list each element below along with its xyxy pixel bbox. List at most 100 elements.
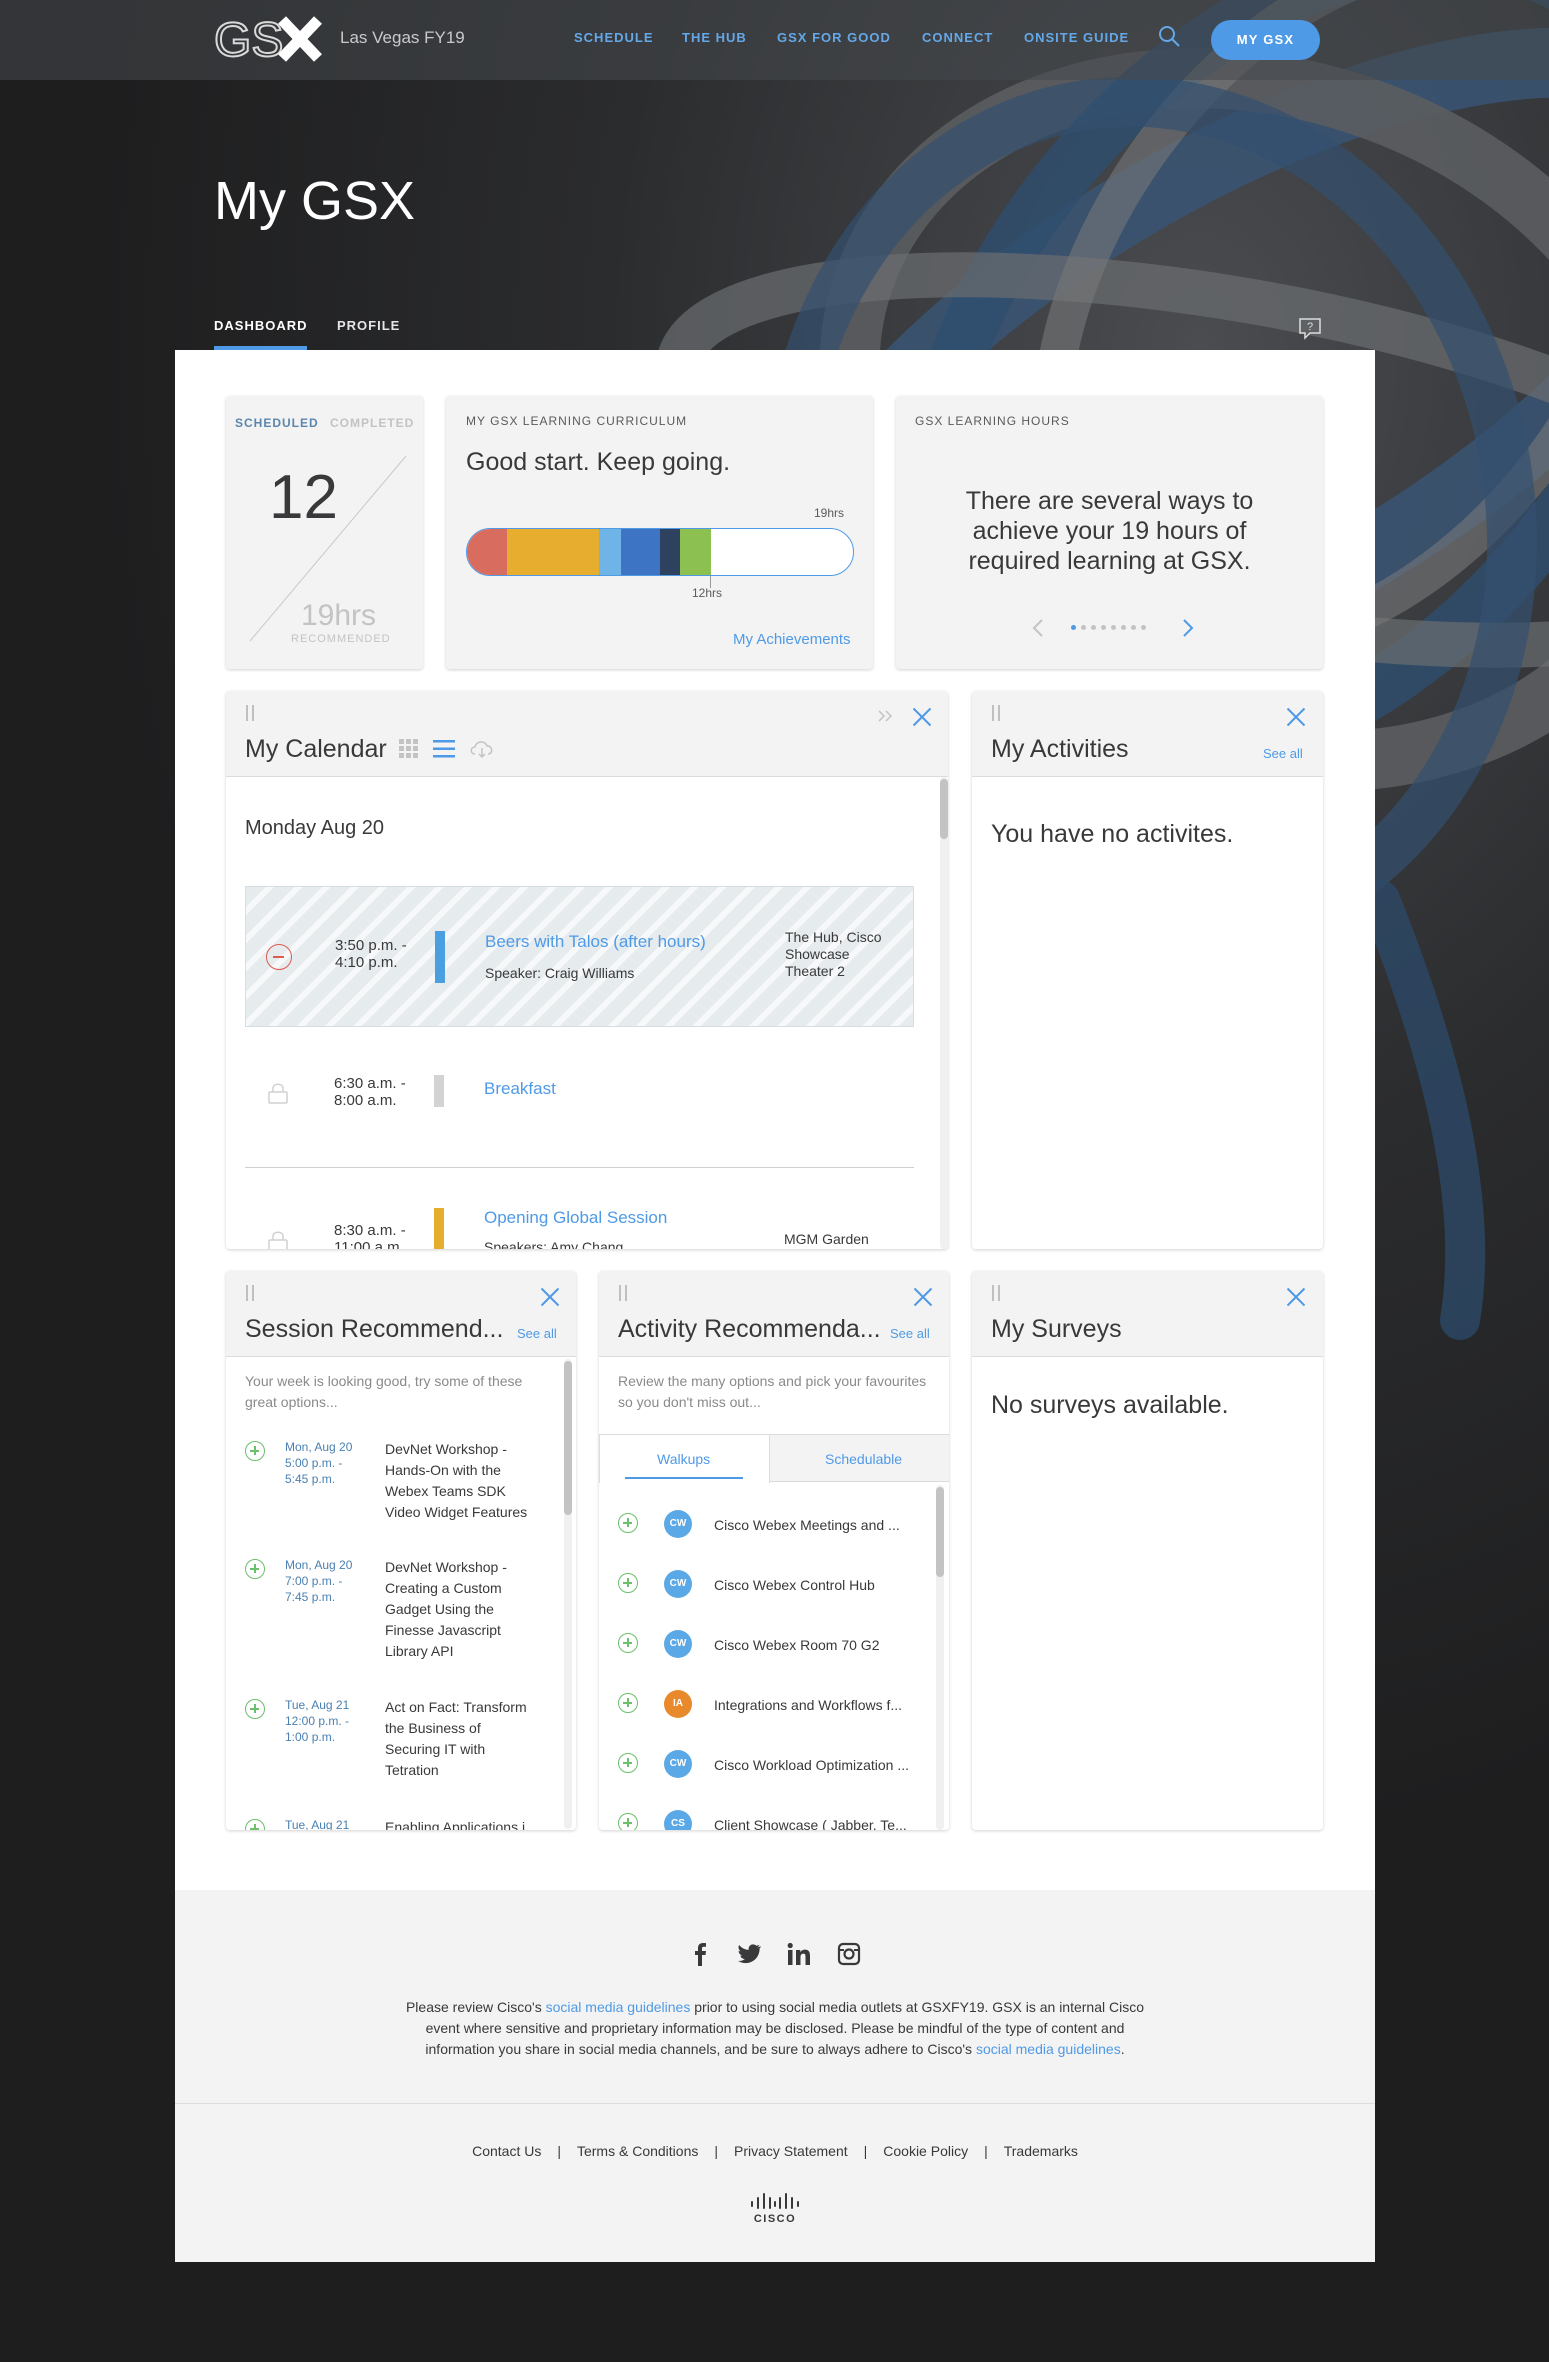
calendar-scrollbar[interactable] xyxy=(940,777,948,1249)
session-title[interactable]: DevNet Workshop - Hands-On with the Webe… xyxy=(385,1439,535,1523)
footer-link[interactable]: Cookie Policy xyxy=(883,2143,968,2159)
see-all-link[interactable]: See all xyxy=(890,1326,930,1341)
session-item[interactable]: Mon, Aug 20 5:00 p.m. - 5:45 p.m. DevNet W… xyxy=(226,1439,556,1549)
session-scrollbar[interactable] xyxy=(564,1359,572,1829)
footer-link[interactable]: Privacy Statement xyxy=(734,2143,848,2159)
gsx-logo[interactable]: GS xyxy=(213,13,324,68)
help-chat-icon[interactable]: ? xyxy=(1298,316,1322,340)
carousel-dot[interactable] xyxy=(1101,625,1106,630)
session-date: Mon, Aug 20 xyxy=(285,1558,353,1572)
my-achievements-link[interactable]: My Achievements xyxy=(733,631,851,648)
carousel-dot[interactable] xyxy=(1091,625,1096,630)
activity-scrollbar[interactable] xyxy=(936,1485,944,1830)
carousel-dot[interactable] xyxy=(1141,625,1146,630)
tab-dashboard[interactable]: DASHBOARD xyxy=(214,318,308,333)
close-icon[interactable] xyxy=(540,1287,560,1307)
social-guidelines-link[interactable]: social media guidelines xyxy=(546,1999,691,2015)
add-activity-icon[interactable] xyxy=(618,1753,638,1773)
event-title[interactable]: Beers with Talos (after hours) xyxy=(485,932,706,952)
event-title[interactable]: Breakfast xyxy=(484,1079,556,1099)
activity-item[interactable]: CW Cisco Webex Meetings and ... xyxy=(599,1507,929,1547)
tab-profile[interactable]: PROFILE xyxy=(337,318,400,333)
activity-item[interactable]: CS Client Showcase ( Jabber, Te... xyxy=(599,1807,929,1830)
activity-item[interactable]: CW Cisco Webex Control Hub xyxy=(599,1567,929,1607)
scheduled-count: 12 xyxy=(269,463,338,532)
facebook-icon[interactable] xyxy=(688,1942,712,1966)
see-all-link[interactable]: See all xyxy=(1263,746,1303,761)
session-time: 12:00 p.m. - 1:00 p.m. xyxy=(285,1714,350,1744)
remove-icon[interactable] xyxy=(266,944,292,970)
scroll-thumb[interactable] xyxy=(564,1361,572,1515)
close-icon[interactable] xyxy=(1286,1287,1306,1307)
session-item[interactable]: Tue, Aug 21 Enabling Applications i xyxy=(226,1817,556,1830)
social-disclaimer: Please review Cisco's social media guide… xyxy=(390,1997,1160,2060)
drag-handle-icon[interactable] xyxy=(619,1285,627,1301)
social-guidelines-link[interactable]: social media guidelines xyxy=(976,2041,1121,2057)
drag-handle-icon[interactable] xyxy=(992,1285,1000,1301)
activity-item[interactable]: IA Integrations and Workflows f... xyxy=(599,1687,929,1727)
nav-onsite-guide[interactable]: ONSITE GUIDE xyxy=(1024,30,1129,45)
chevron-left-icon[interactable] xyxy=(1031,618,1045,638)
nav-schedule[interactable]: SCHEDULE xyxy=(574,30,654,45)
my-gsx-button[interactable]: MY GSX xyxy=(1211,20,1320,60)
twitter-icon[interactable] xyxy=(737,1942,761,1966)
footer-divider xyxy=(175,2103,1375,2104)
expand-icon[interactable] xyxy=(878,709,894,723)
add-session-icon[interactable] xyxy=(245,1699,265,1719)
session-item[interactable]: Tue, Aug 21 12:00 p.m. - 1:00 p.m. Act on … xyxy=(226,1697,556,1807)
add-activity-icon[interactable] xyxy=(618,1573,638,1593)
activity-item[interactable]: CW Cisco Workload Optimization ... xyxy=(599,1747,929,1787)
add-activity-icon[interactable] xyxy=(618,1693,638,1713)
cloud-download-icon[interactable] xyxy=(469,739,495,759)
drag-handle-icon[interactable] xyxy=(246,1285,254,1301)
session-title[interactable]: Act on Fact: Transform the Business of S… xyxy=(385,1697,535,1781)
activity-item[interactable]: CW Cisco Webex Room 70 G2 xyxy=(599,1627,929,1667)
nav-connect[interactable]: CONNECT xyxy=(922,30,993,45)
list-view-icon[interactable] xyxy=(433,739,455,759)
tab-schedulable[interactable]: Schedulable xyxy=(825,1451,902,1467)
search-icon[interactable] xyxy=(1158,25,1182,49)
carousel-dot[interactable] xyxy=(1081,625,1086,630)
cisco-logo: CISCO xyxy=(748,2192,802,2226)
event-row[interactable]: 6:30 a.m. - 8:00 a.m. Breakfast xyxy=(245,1027,914,1168)
close-icon[interactable] xyxy=(913,1287,933,1307)
carousel-dot[interactable] xyxy=(1111,625,1116,630)
add-activity-icon[interactable] xyxy=(618,1633,638,1653)
drag-handle-icon[interactable] xyxy=(992,705,1000,721)
footer-link[interactable]: Contact Us xyxy=(472,2143,541,2159)
active-tab-indicator xyxy=(625,1477,743,1479)
carousel-dots[interactable] xyxy=(1071,625,1146,631)
linkedin-icon[interactable] xyxy=(787,1942,811,1966)
carousel-dot[interactable] xyxy=(1071,625,1076,630)
chevron-right-icon[interactable] xyxy=(1181,618,1195,638)
add-activity-icon[interactable] xyxy=(618,1813,638,1830)
session-title[interactable]: DevNet Workshop - Creating a Custom Gadg… xyxy=(385,1557,535,1662)
scroll-thumb[interactable] xyxy=(940,779,948,839)
activity-avatar: CW xyxy=(664,1750,692,1778)
instagram-icon[interactable] xyxy=(837,1942,861,1966)
carousel-dot[interactable] xyxy=(1121,625,1126,630)
scroll-thumb[interactable] xyxy=(936,1487,944,1577)
add-session-icon[interactable] xyxy=(245,1819,265,1830)
grid-view-icon[interactable] xyxy=(399,739,419,759)
nav-the-hub[interactable]: THE HUB xyxy=(682,30,747,45)
carousel-dot[interactable] xyxy=(1131,625,1136,630)
event-title[interactable]: Opening Global Session xyxy=(484,1208,667,1228)
disclaimer-text: Please review Cisco's xyxy=(405,1999,546,2015)
nav-gsx-for-good[interactable]: GSX FOR GOOD xyxy=(777,30,891,45)
event-row[interactable]: 3:50 p.m. - 4:10 p.m. Beers with Talos (… xyxy=(245,886,914,1027)
close-icon[interactable] xyxy=(1286,707,1306,727)
drag-handle-icon[interactable] xyxy=(246,705,254,721)
see-all-link[interactable]: See all xyxy=(517,1326,557,1341)
session-title[interactable]: Enabling Applications i xyxy=(385,1817,535,1830)
event-row[interactable]: 8:30 a.m. - 11:00 a.m. Opening Global Se… xyxy=(245,1168,914,1249)
footer-link[interactable]: Terms & Conditions xyxy=(577,2143,698,2159)
activity-name: Cisco Webex Control Hub xyxy=(714,1577,875,1593)
close-icon[interactable] xyxy=(912,707,932,727)
add-activity-icon[interactable] xyxy=(618,1513,638,1533)
session-item[interactable]: Mon, Aug 20 7:00 p.m. - 7:45 p.m. DevNet W… xyxy=(226,1557,556,1667)
add-session-icon[interactable] xyxy=(245,1559,265,1579)
footer-link[interactable]: Trademarks xyxy=(1004,2143,1078,2159)
tab-walkups[interactable]: Walkups xyxy=(599,1434,770,1483)
add-session-icon[interactable] xyxy=(245,1441,265,1461)
